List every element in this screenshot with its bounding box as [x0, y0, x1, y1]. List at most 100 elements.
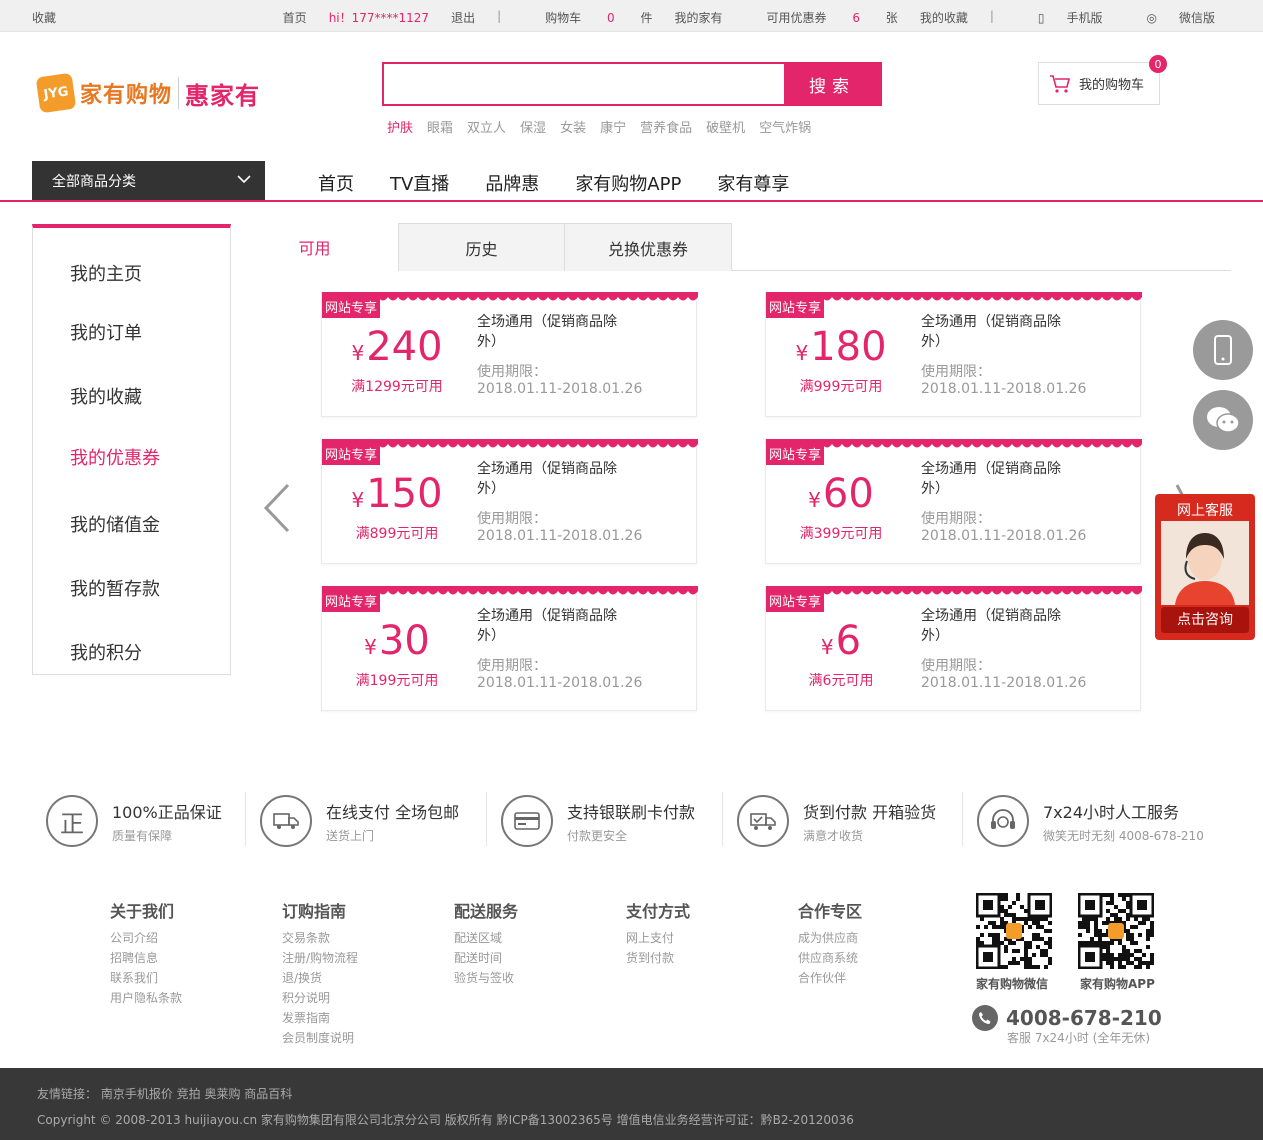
- my-favorites-link[interactable]: 我的收藏: [920, 9, 968, 26]
- cart-button[interactable]: 我的购物车 0: [1038, 55, 1167, 105]
- sidebar-item-stored-value[interactable]: 我的储值金: [70, 511, 160, 537]
- nav-item-brand[interactable]: 品牌惠: [485, 170, 539, 196]
- footer-link[interactable]: 发票指南: [282, 1008, 358, 1028]
- coupon-card[interactable]: 网站专享 ¥180 满999元可用 全场通用（促销商品除外） 使用期限： 2018.01.…: [765, 292, 1142, 417]
- coupon-count: 6: [852, 11, 860, 25]
- hotline: 4008-678-210: [972, 1005, 1162, 1031]
- search-input[interactable]: [384, 64, 784, 104]
- tab-history[interactable]: 历史: [398, 223, 565, 271]
- coupon-card[interactable]: 网站专享 ¥30 满199元可用 全场通用（促销商品除外） 使用期限： 2018.01.1…: [321, 586, 698, 711]
- currency-symbol: ¥: [795, 341, 809, 365]
- search-button[interactable]: 搜索: [784, 64, 880, 104]
- search-box: 搜索: [382, 62, 882, 106]
- footer-link[interactable]: 配送区域: [454, 928, 518, 948]
- hot-word[interactable]: 保湿: [520, 117, 546, 136]
- coupon-tag: 网站专享: [322, 295, 381, 318]
- bottom-bar: 友情链接： 南京手机报价 竞拍 奥莱购 商品百科 Copyright © 200…: [0, 1068, 1263, 1140]
- coupon-description: 全场通用（促销商品除外）: [921, 608, 1061, 644]
- footer-link[interactable]: 公司介绍: [110, 928, 182, 948]
- footer-link[interactable]: 用户隐私条款: [110, 988, 182, 1008]
- hot-word[interactable]: 眼霜: [427, 117, 453, 136]
- footer-link[interactable]: 货到付款: [626, 948, 690, 968]
- mobile-link[interactable]: ▯ 手机版: [1016, 9, 1103, 26]
- logo-divider: [178, 77, 180, 109]
- favorite-link[interactable]: 收藏: [32, 9, 56, 26]
- greeting-link[interactable]: hi！177****1127: [329, 9, 429, 26]
- all-categories-menu[interactable]: 全部商品分类: [32, 161, 265, 201]
- hot-word[interactable]: 双立人: [467, 117, 506, 136]
- tab-redeem[interactable]: 兑换优惠券: [565, 223, 732, 271]
- nav-item-home[interactable]: 首页: [318, 170, 354, 196]
- site-logo[interactable]: JYG 家有购物 惠家有: [35, 72, 260, 114]
- footer-column: 合作专区 成为供应商 供应商系统 合作伙伴: [798, 898, 862, 988]
- headset-icon: [977, 795, 1029, 847]
- coupon-link[interactable]: 可用优惠券 6 张: [744, 9, 897, 26]
- footer-link[interactable]: 配送时间: [454, 948, 518, 968]
- footer-link[interactable]: 交易条款: [282, 928, 358, 948]
- footer-link[interactable]: 联系我们: [110, 968, 182, 988]
- hot-word[interactable]: 康宁: [600, 117, 626, 136]
- sidebar-item-home[interactable]: 我的主页: [70, 260, 142, 286]
- coupon-period: 2018.01.11-2018.01.26: [921, 528, 1087, 544]
- coupon-condition: 满6元可用: [808, 673, 874, 689]
- coupon-tag: 网站专享: [766, 295, 825, 318]
- coupon-tag: 网站专享: [766, 589, 825, 612]
- footer-link[interactable]: 招聘信息: [110, 948, 182, 968]
- top-cart-link[interactable]: 购物车 0 件: [523, 9, 652, 26]
- hot-word[interactable]: 护肤: [387, 117, 413, 136]
- guarantee-service: 7x24小时人工服务 微笑无时无刻 4008-678-210: [977, 792, 1204, 850]
- coupon-amount: ¥30: [322, 620, 472, 668]
- account-sidebar: 我的主页 我的订单 我的收藏 我的优惠券 我的储值金 我的暂存款 我的积分: [32, 224, 231, 675]
- footer-link[interactable]: 合作伙伴: [798, 968, 862, 988]
- wechat-qr-code: [976, 893, 1052, 969]
- coupon-card[interactable]: 网站专享 ¥60 满399元可用 全场通用（促销商品除外） 使用期限： 2018.01.1…: [765, 439, 1142, 564]
- coupon-card[interactable]: 网站专享 ¥150 满899元可用 全场通用（促销商品除外） 使用期限： 2018.01.…: [321, 439, 698, 564]
- footer-link[interactable]: 退/换货: [282, 968, 358, 988]
- service-agent-image: [1161, 521, 1249, 605]
- coupon-amount: ¥6: [766, 620, 916, 668]
- prev-arrow-icon[interactable]: [262, 483, 292, 533]
- guarantee-sub: 送货上门: [326, 828, 375, 843]
- sidebar-item-orders[interactable]: 我的订单: [70, 319, 142, 345]
- footer-link[interactable]: 网上支付: [626, 928, 690, 948]
- guarantee-title: 支持银联刷卡付款: [567, 802, 696, 822]
- hot-word[interactable]: 破壁机: [706, 117, 745, 136]
- my-jiayou-link[interactable]: 我的家有: [674, 9, 722, 26]
- footer-link[interactable]: 验货与签收: [454, 968, 518, 988]
- footer-column: 支付方式 网上支付 货到付款: [626, 898, 690, 968]
- sidebar-item-deposit[interactable]: 我的暂存款: [70, 575, 160, 601]
- nav-item-tv-live[interactable]: TV直播: [390, 170, 449, 196]
- coupon-card[interactable]: 网站专享 ¥240 满1299元可用 全场通用（促销商品除外） 使用期限： 2018.01…: [321, 292, 698, 417]
- wechat-link[interactable]: ◎ 微信版: [1125, 9, 1216, 26]
- currency-symbol: ¥: [351, 341, 365, 365]
- online-service-widget[interactable]: 网上客服 点击咨询: [1155, 494, 1255, 640]
- sidebar-item-coupons[interactable]: 我的优惠券: [70, 444, 160, 470]
- footer-column: 订购指南 交易条款 注册/购物流程 退/换货 积分说明 发票指南 会员制度说明: [282, 898, 358, 1048]
- friend-links[interactable]: 友情链接： 南京手机报价 竞拍 奥莱购 商品百科: [37, 1085, 292, 1102]
- sidebar-item-points[interactable]: 我的积分: [70, 639, 142, 665]
- wechat-icon: [1207, 407, 1240, 433]
- footer-link[interactable]: 积分说明: [282, 988, 358, 1008]
- footer-link[interactable]: 注册/购物流程: [282, 948, 358, 968]
- sidebar-item-favorites[interactable]: 我的收藏: [70, 383, 142, 409]
- nav-item-app[interactable]: 家有购物APP: [575, 170, 681, 196]
- consult-button[interactable]: 点击咨询: [1161, 607, 1249, 633]
- coupon-amount: ¥240: [322, 326, 472, 374]
- guarantee-unionpay: 支持银联刷卡付款 付款更安全: [501, 792, 695, 850]
- footer-link[interactable]: 供应商系统: [798, 948, 862, 968]
- hot-word[interactable]: 空气炸锅: [759, 117, 811, 136]
- logout-link[interactable]: 退出: [451, 9, 475, 26]
- app-qr-code: [1078, 893, 1154, 969]
- nav-item-vip[interactable]: 家有尊享: [717, 170, 789, 196]
- coupon-period: 2018.01.11-2018.01.26: [477, 528, 643, 544]
- hot-word[interactable]: 女装: [560, 117, 586, 136]
- tab-available[interactable]: 可用: [231, 223, 398, 271]
- footer-link[interactable]: 会员制度说明: [282, 1028, 358, 1048]
- hot-word[interactable]: 营养食品: [640, 117, 692, 136]
- float-mobile-button[interactable]: [1193, 320, 1253, 380]
- footer-link[interactable]: 成为供应商: [798, 928, 862, 948]
- home-link[interactable]: 首页: [283, 9, 307, 26]
- coupon-tag: 网站专享: [322, 442, 381, 465]
- coupon-card[interactable]: 网站专享 ¥6 满6元可用 全场通用（促销商品除外） 使用期限： 2018.01.11-2…: [765, 586, 1142, 711]
- float-wechat-button[interactable]: [1193, 390, 1253, 450]
